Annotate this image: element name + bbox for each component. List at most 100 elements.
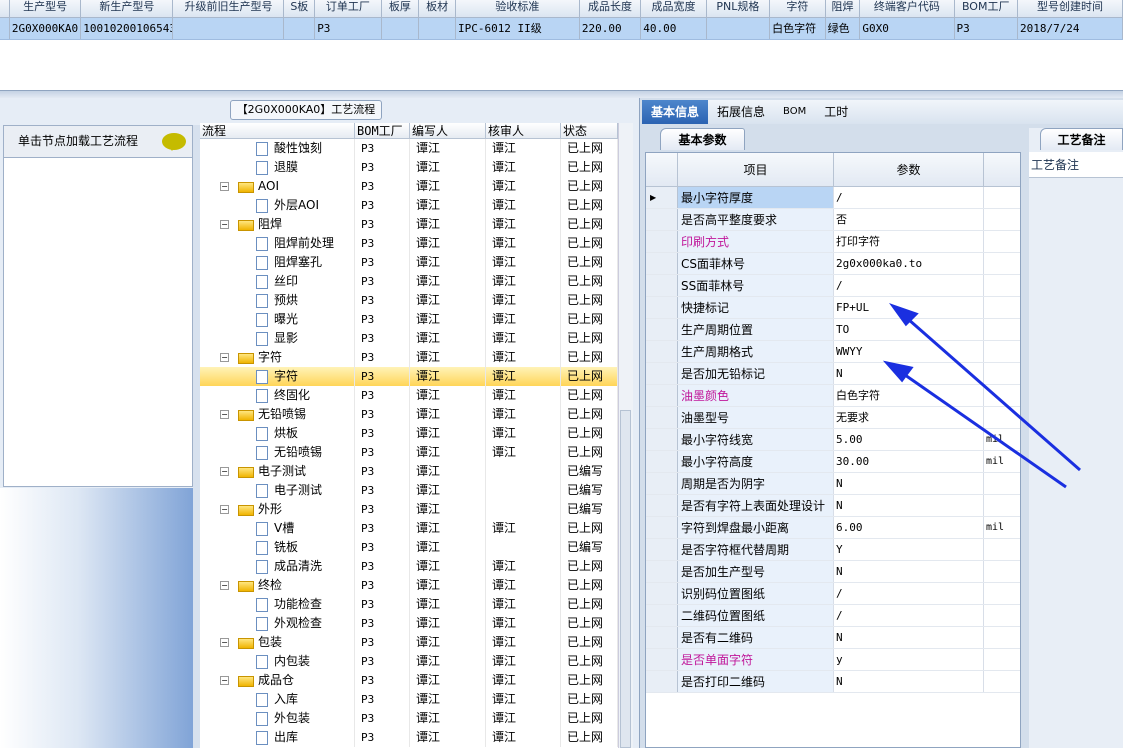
param-value[interactable]: 30.00 [834, 451, 984, 472]
row-selector[interactable] [646, 253, 678, 274]
column-header[interactable]: 型号创建时间 [1018, 0, 1123, 17]
row-selector[interactable] [646, 605, 678, 626]
param-value[interactable]: FP+UL [834, 297, 984, 318]
row-selector[interactable] [646, 627, 678, 648]
tree-row[interactable]: 烘板 P3 谭江 谭江 已上网 [200, 424, 618, 443]
tree-row[interactable]: 铣板 P3 谭江 已编写 [200, 538, 618, 557]
col-reviewer[interactable]: 核审人 [486, 123, 561, 138]
tree-row[interactable]: 退膜 P3 谭江 谭江 已上网 [200, 158, 618, 177]
product-table-row[interactable]: 2G0X000KA0 10010200106543 P3 IPC-6012 II级 22… [0, 18, 1123, 40]
param-value[interactable]: N [834, 495, 984, 516]
tree-node[interactable]: − AOI [200, 177, 355, 196]
tree-scrollbar-thumb[interactable] [620, 410, 631, 748]
row-selector[interactable] [646, 319, 678, 340]
tree-row[interactable]: 外包装 P3 谭江 谭江 已上网 [200, 709, 618, 728]
row-selector[interactable] [646, 429, 678, 450]
col-bom[interactable]: BOM工厂 [355, 123, 410, 138]
column-header[interactable]: 终端客户代码 [860, 0, 955, 17]
tree-node[interactable]: 曝光 [200, 310, 355, 329]
param-row[interactable]: 是否高平整度要求否 [646, 209, 1020, 231]
tree-node[interactable]: 酸性蚀刻 [200, 139, 355, 158]
param-row[interactable]: 最小字符高度 30.00 mil [646, 451, 1020, 473]
param-value[interactable]: 白色字符 [834, 385, 984, 406]
tab-bom[interactable]: BOM [774, 100, 815, 124]
column-header[interactable]: 生产型号 [10, 0, 82, 17]
param-value[interactable]: WWYY [834, 341, 984, 362]
tree-node[interactable]: − 无铅喷锡 [200, 405, 355, 424]
tab-process-notes[interactable]: 工艺备注 [1040, 128, 1123, 150]
row-selector[interactable] [646, 561, 678, 582]
param-value[interactable]: / [834, 187, 984, 208]
collapse-icon[interactable]: − [220, 182, 229, 191]
tree-row[interactable]: 外层AOI P3 谭江 谭江 已上网 [200, 196, 618, 215]
param-value[interactable]: N [834, 561, 984, 582]
param-row[interactable]: 最小字符线宽 5.00 mil [646, 429, 1020, 451]
tree-node[interactable]: 阻焊前处理 [200, 234, 355, 253]
tree-row[interactable]: − 阻焊 P3 谭江 谭江 已上网 [200, 215, 618, 234]
row-selector[interactable] [646, 231, 678, 252]
column-header[interactable]: 阻焊 [826, 0, 861, 17]
tree-row[interactable]: 曝光 P3 谭江 谭江 已上网 [200, 310, 618, 329]
param-row[interactable]: 生产周期格式 WWYY [646, 341, 1020, 363]
row-selector[interactable] [646, 209, 678, 230]
tree-row[interactable]: − 电子测试 P3 谭江 已编写 [200, 462, 618, 481]
tree-node[interactable]: 内包装 [200, 652, 355, 671]
tree-row[interactable]: − 外形 P3 谭江 已编写 [200, 500, 618, 519]
col-writer[interactable]: 编写人 [410, 123, 486, 138]
tree-node[interactable]: 外层AOI [200, 196, 355, 215]
row-selector-header[interactable] [646, 153, 678, 186]
horizontal-splitter[interactable] [0, 90, 1123, 98]
tab-basic-info[interactable]: 基本信息 [642, 100, 709, 124]
tree-row[interactable]: 丝印 P3 谭江 谭江 已上网 [200, 272, 618, 291]
tree-node[interactable]: − 终检 [200, 576, 355, 595]
tree-row[interactable]: − 无铅喷锡 P3 谭江 谭江 已上网 [200, 405, 618, 424]
column-header[interactable]: 验收标准 [456, 0, 580, 17]
row-selector[interactable] [646, 583, 678, 604]
tab-extended-info[interactable]: 拓展信息 [708, 100, 774, 124]
collapse-icon[interactable]: − [220, 505, 229, 514]
row-selector[interactable] [646, 517, 678, 538]
tree-row[interactable]: − AOI P3 谭江 谭江 已上网 [200, 177, 618, 196]
collapse-icon[interactable]: − [220, 638, 229, 647]
tree-node[interactable]: 无铅喷锡 [200, 443, 355, 462]
param-value[interactable]: N [834, 473, 984, 494]
param-row[interactable]: 二维码位置图纸 / [646, 605, 1020, 627]
tree-row[interactable]: − 成品仓 P3 谭江 谭江 已上网 [200, 671, 618, 690]
param-row[interactable]: 字符到焊盘最小距离 6.00 mil [646, 517, 1020, 539]
tree-node[interactable]: − 外形 [200, 500, 355, 519]
tree-node[interactable]: 烘板 [200, 424, 355, 443]
param-row[interactable]: 周期是否为阴字 N [646, 473, 1020, 495]
collapse-icon[interactable]: − [220, 676, 229, 685]
vertical-splitter[interactable] [193, 125, 200, 748]
row-selector[interactable]: ▶ [646, 187, 678, 208]
tree-node[interactable]: 显影 [200, 329, 355, 348]
column-header[interactable]: PNL规格 [707, 0, 771, 17]
tree-node[interactable]: 成品清洗 [200, 557, 355, 576]
param-row[interactable]: 是否字符框代替周期 Y [646, 539, 1020, 561]
tree-node[interactable]: − 包装 [200, 633, 355, 652]
column-header[interactable]: 成品长度 [580, 0, 642, 17]
tab-basic-params[interactable]: 基本参数 [660, 128, 745, 150]
param-value[interactable]: 5.00 [834, 429, 984, 450]
row-selector[interactable] [646, 297, 678, 318]
tree-node[interactable]: 字符 [200, 367, 355, 386]
tree-row[interactable]: 阻焊前处理 P3 谭江 谭江 已上网 [200, 234, 618, 253]
tree-node[interactable]: 外包装 [200, 709, 355, 728]
row-selector[interactable] [646, 363, 678, 384]
param-row[interactable]: 是否加无铅标记 N [646, 363, 1020, 385]
tree-row[interactable]: 功能检查 P3 谭江 谭江 已上网 [200, 595, 618, 614]
param-value[interactable]: 打印字符 [834, 231, 984, 252]
col-flow[interactable]: 流程 [200, 123, 355, 138]
tree-node[interactable]: 终固化 [200, 386, 355, 405]
column-header[interactable]: 成品宽度 [641, 0, 707, 17]
tree-node[interactable]: 外观检查 [200, 614, 355, 633]
param-value[interactable]: TO [834, 319, 984, 340]
tree-row[interactable]: 电子测试 P3 谭江 已编写 [200, 481, 618, 500]
row-selector[interactable] [646, 275, 678, 296]
row-selector[interactable] [646, 671, 678, 692]
param-value[interactable]: / [834, 605, 984, 626]
column-header[interactable]: S板 [284, 0, 316, 17]
col-item[interactable]: 项目 [678, 153, 834, 186]
tree-node[interactable]: − 字符 [200, 348, 355, 367]
param-row[interactable]: CS面菲林号 2g0x000ka0.to [646, 253, 1020, 275]
